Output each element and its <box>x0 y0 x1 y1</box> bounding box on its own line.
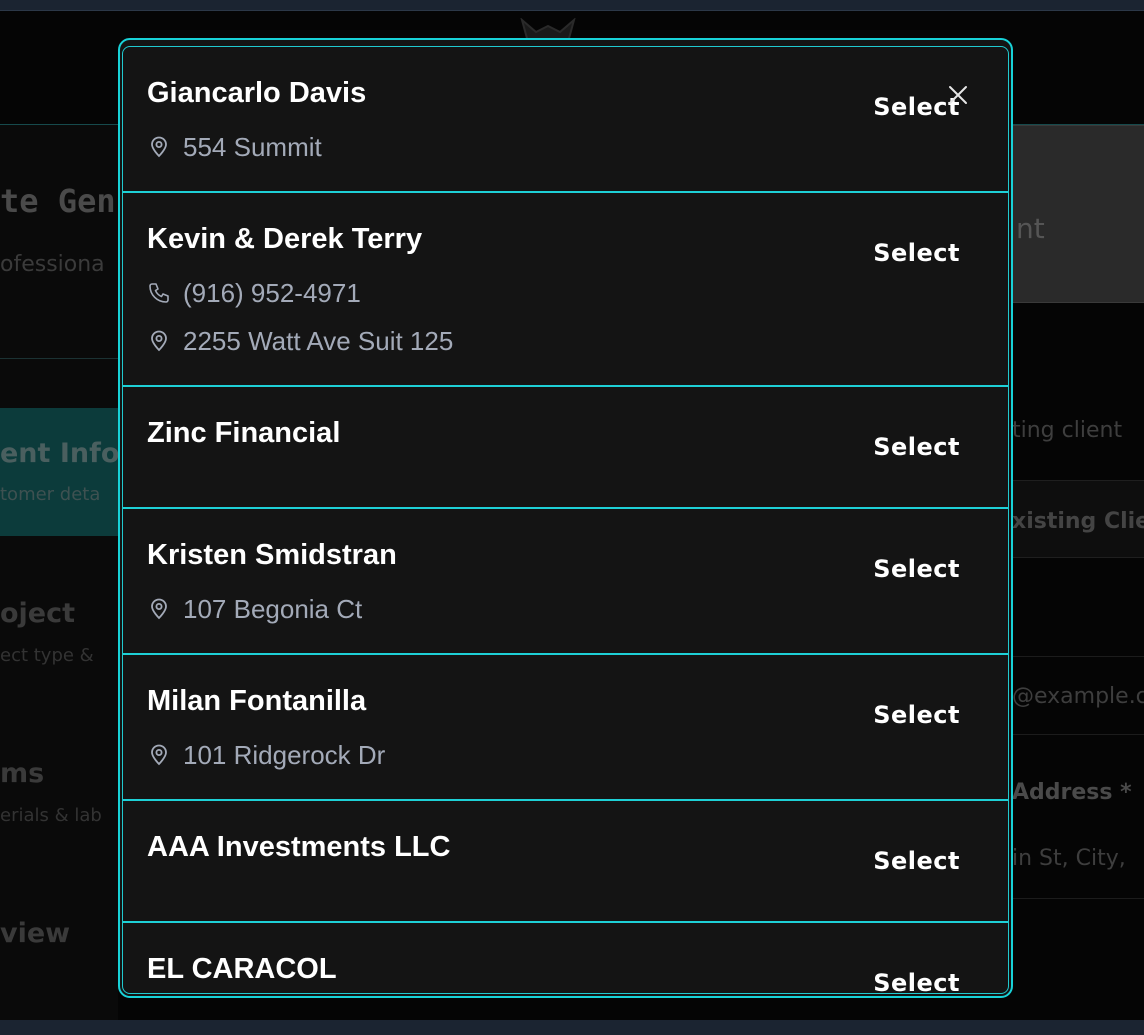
existing-client-hint: ting client <box>1012 418 1123 443</box>
top-bar <box>0 0 1144 11</box>
page-subtitle: ofessiona <box>0 252 105 277</box>
address-field[interactable]: in St, City, <box>1012 846 1126 871</box>
list-item[interactable]: Giancarlo Davis 554 Summit Select <box>123 47 1008 193</box>
list-item[interactable]: AAA Investments LLC Select <box>123 801 1008 923</box>
step-project-title[interactable]: oject <box>0 598 75 629</box>
list-item[interactable]: Milan Fontanilla 101 Ridgerock Dr Select <box>123 655 1008 801</box>
list-item[interactable]: Zinc Financial Select <box>123 387 1008 509</box>
client-address: 107 Begonia Ct <box>147 594 362 624</box>
list-item[interactable]: EL CARACOL Select <box>123 923 1008 993</box>
step-client-info[interactable]: ent Info tomer deta <box>0 408 120 536</box>
location-pin-icon <box>151 744 167 766</box>
list-item[interactable]: Kristen Smidstran 107 Begonia Ct Select <box>123 509 1008 655</box>
select-button[interactable]: Select <box>873 239 960 267</box>
field-divider <box>1012 898 1144 899</box>
client-address: 2255 Watt Ave Suit 125 <box>147 326 453 356</box>
step-subtitle: tomer deta <box>0 484 101 505</box>
client-address: 554 Summit <box>147 132 322 162</box>
client-list[interactable]: Giancarlo Davis 554 Summit Select Kevin … <box>122 46 1009 994</box>
address-label: Address * <box>1012 780 1132 805</box>
client-toggle[interactable]: nt <box>1012 125 1144 303</box>
client-address: 101 Ridgerock Dr <box>147 740 385 770</box>
client-name: Kristen Smidstran <box>147 539 397 571</box>
location-pin-icon <box>151 330 167 352</box>
location-pin-icon <box>151 598 167 620</box>
select-button[interactable]: Select <box>873 555 960 583</box>
client-name: EL CARACOL <box>147 953 337 985</box>
bottom-bar <box>0 1020 1144 1035</box>
select-button[interactable]: Select <box>873 433 960 461</box>
close-icon[interactable] <box>946 83 970 107</box>
field-divider <box>1012 656 1144 657</box>
page-title: te Gen <box>0 182 116 220</box>
step-items-title[interactable]: ms <box>0 758 44 789</box>
step-title: ent Info <box>0 438 120 469</box>
field-divider <box>1012 734 1144 735</box>
sidebar-divider <box>0 358 118 359</box>
step-review-title[interactable]: view <box>0 918 70 949</box>
list-item[interactable]: Kevin & Derek Terry (916) 952-4971 2255 … <box>123 193 1008 387</box>
select-button[interactable]: Select <box>873 969 960 993</box>
client-phone: (916) 952-4971 <box>147 278 361 308</box>
step-items-subtitle: erials & lab <box>0 805 102 826</box>
phone-icon <box>149 283 169 303</box>
client-picker-modal: Giancarlo Davis 554 Summit Select Kevin … <box>118 38 1013 998</box>
existing-client-button-label: xisting Clie <box>1012 509 1144 534</box>
location-pin-icon <box>151 136 167 158</box>
client-name: Milan Fontanilla <box>147 685 367 717</box>
client-name: Kevin & Derek Terry <box>147 223 423 255</box>
select-button[interactable]: Select <box>873 701 960 729</box>
email-field[interactable]: @example.c <box>1012 684 1144 709</box>
client-name: Giancarlo Davis <box>147 77 367 109</box>
client-name: Zinc Financial <box>147 417 341 449</box>
select-button[interactable]: Select <box>873 847 960 875</box>
client-toggle-label: nt <box>1016 212 1045 245</box>
step-project-subtitle: ect type & <box>0 645 94 666</box>
client-name: AAA Investments LLC <box>147 831 451 863</box>
existing-client-button[interactable]: xisting Clie <box>1012 480 1144 558</box>
